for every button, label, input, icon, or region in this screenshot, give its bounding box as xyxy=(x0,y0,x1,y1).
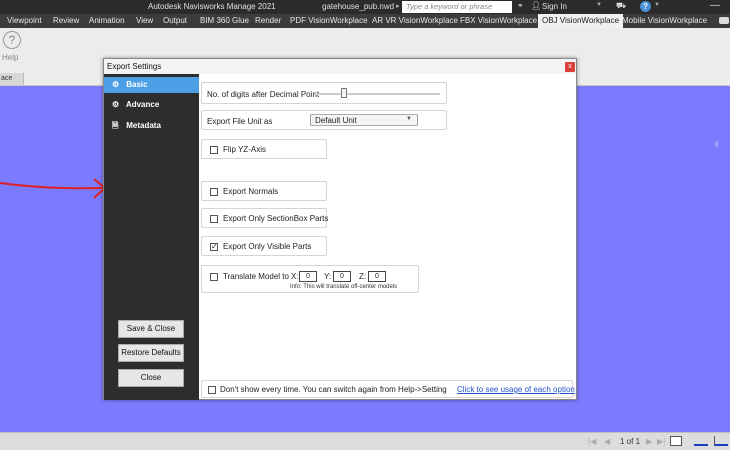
decimal-slider-track[interactable] xyxy=(314,93,440,95)
sign-in-button[interactable]: Sign In xyxy=(542,2,567,11)
unit-group: Export File Unit as Default Unit ▼ xyxy=(201,110,447,130)
dont-show-label[interactable]: Don't show every time. You can switch ag… xyxy=(220,385,447,394)
unit-select[interactable]: Default Unit ▼ xyxy=(310,114,418,126)
minimize-button[interactable]: — xyxy=(710,0,720,11)
z-label: Z: xyxy=(359,272,367,281)
restore-defaults-button[interactable]: Restore Defaults xyxy=(118,344,184,362)
tab-render[interactable]: Render xyxy=(255,16,281,25)
tab-bim-360-glue[interactable]: BIM 360 Glue xyxy=(200,16,249,25)
flip-yz-label[interactable]: Flip YZ-Axis xyxy=(223,145,266,154)
sidebar-item-metadata[interactable]: 🗎︎ Metadata xyxy=(104,117,199,133)
app-title: Autodesk Navisworks Manage 2021 xyxy=(148,2,276,11)
translate-label[interactable]: Translate Model to xyxy=(223,272,289,281)
user-icon: 👤︎ xyxy=(531,1,542,10)
ribbon-toggle-icon[interactable] xyxy=(719,17,729,24)
search-arrow-icon[interactable]: ▸ xyxy=(396,2,400,10)
sidebar-item-label: Metadata xyxy=(126,121,161,130)
help-icon[interactable]: ? xyxy=(640,1,651,12)
help-label[interactable]: Help xyxy=(2,53,18,62)
ribbon-panel-label: ace xyxy=(0,73,24,85)
sheet-browser-icon[interactable] xyxy=(670,436,682,446)
translate-info: Info: This will translate off-center mod… xyxy=(290,284,398,290)
decimal-point-group: No. of digits after Decimal Point xyxy=(201,82,447,104)
export-normals-checkbox[interactable] xyxy=(210,188,218,196)
unit-select-value: Default Unit xyxy=(315,116,357,125)
prev-page-icon[interactable]: ◀ xyxy=(604,437,610,446)
sidebar-item-advance[interactable]: ⚙ Advance xyxy=(104,97,199,113)
usage-link[interactable]: Click to see usage of each option xyxy=(457,385,575,394)
option-visible-parts: Export Only Visible Parts xyxy=(201,236,327,256)
red-arrow-annotation xyxy=(0,178,107,199)
tab-viewpoint[interactable]: Viewpoint xyxy=(7,16,42,25)
document-gear-icon: 🗎︎ xyxy=(112,121,119,130)
title-bar: Autodesk Navisworks Manage 2021 gatehous… xyxy=(0,0,730,14)
tab-view[interactable]: View xyxy=(136,16,153,25)
tab-animation[interactable]: Animation xyxy=(89,16,125,25)
sectionbox-label[interactable]: Export Only SectionBox Parts xyxy=(223,214,328,223)
tab-pdf-visionworkplace[interactable]: PDF VisionWorkplace xyxy=(290,16,368,25)
chevron-down-icon[interactable]: ▼ xyxy=(596,2,602,8)
chevron-down-icon: ▼ xyxy=(406,116,412,122)
translate-group: Translate Model to X: 0 Y: 0 Z: 0 Info: … xyxy=(201,265,419,293)
memory-icon[interactable] xyxy=(714,436,728,446)
export-settings-dialog: Export Settings x ⚙ Basic ⚙ Advance 🗎︎ M… xyxy=(103,58,577,400)
visible-parts-checkbox[interactable] xyxy=(210,242,218,251)
tab-review[interactable]: Review xyxy=(53,16,79,25)
settings-sidebar: ⚙ Basic ⚙ Advance 🗎︎ Metadata Save & Clo… xyxy=(104,74,199,400)
tab-ar-vr-visionworkplace[interactable]: AR VR VisionWorkplace xyxy=(372,16,458,25)
tab-fbx-visionworkplace[interactable]: FBX VisionWorkplace xyxy=(460,16,537,25)
dont-show-checkbox[interactable] xyxy=(208,386,216,394)
decimal-slider-thumb[interactable] xyxy=(341,88,347,98)
visible-parts-label[interactable]: Export Only Visible Parts xyxy=(223,242,311,251)
footer-group: Don't show every time. You can switch ag… xyxy=(201,380,575,398)
search-input[interactable]: Type a keyword or phrase xyxy=(402,1,512,13)
sidebar-item-label: Advance xyxy=(125,100,160,109)
status-bar: |◀ ◀ 1 of 1 ▶ ▶| xyxy=(0,432,730,450)
y-label: Y: xyxy=(324,272,332,281)
sidebar-item-label: Basic xyxy=(126,80,148,89)
cart-icon[interactable]: ⛟ xyxy=(616,1,626,11)
save-close-button[interactable]: Save & Close xyxy=(118,320,184,338)
translate-checkbox[interactable] xyxy=(210,273,218,281)
x-label: X: xyxy=(291,272,299,281)
decimal-point-label: No. of digits after Decimal Point xyxy=(207,90,320,99)
binoculars-icon[interactable]: ⚭ xyxy=(517,1,524,10)
ribbon-tab-bar: Viewpoint Review Animation View Output B… xyxy=(0,14,730,28)
x-input[interactable]: 0 xyxy=(299,271,317,282)
tab-output[interactable]: Output xyxy=(163,16,187,25)
y-input[interactable]: 0 xyxy=(333,271,351,282)
last-page-icon[interactable]: ▶| xyxy=(657,437,665,446)
gear-icon: ⚙ xyxy=(112,80,120,89)
file-title: gatehouse_pub.nwd xyxy=(322,2,395,11)
page-indicator: 1 of 1 xyxy=(620,437,641,446)
option-flip-yz: Flip YZ-Axis xyxy=(201,139,327,159)
tab-obj-visionworkplace[interactable]: OBJ VisionWorkplace xyxy=(538,14,624,28)
close-icon[interactable]: x xyxy=(565,62,575,72)
flip-yz-checkbox[interactable] xyxy=(210,146,218,154)
sectionbox-checkbox[interactable] xyxy=(210,215,218,223)
dialog-title: Export Settings xyxy=(104,59,576,74)
sidebar-item-basic[interactable]: ⚙ Basic xyxy=(104,77,199,93)
close-button[interactable]: Close xyxy=(118,369,184,387)
z-input[interactable]: 0 xyxy=(368,271,386,282)
tab-mobile-visionworkplace[interactable]: Mobile VisionWorkplace xyxy=(622,16,707,25)
measure-icon[interactable] xyxy=(694,436,708,446)
option-export-normals: Export Normals xyxy=(201,181,327,201)
export-normals-label[interactable]: Export Normals xyxy=(223,187,278,196)
navigation-wheel-icon[interactable]: ◐ xyxy=(714,135,722,151)
next-page-icon[interactable]: ▶ xyxy=(646,437,652,446)
settings-content: No. of digits after Decimal Point Export… xyxy=(199,74,577,400)
help-icon[interactable]: ? xyxy=(3,31,21,49)
chevron-down-icon[interactable]: ▼ xyxy=(654,2,660,8)
unit-label: Export File Unit as xyxy=(207,117,273,126)
first-page-icon[interactable]: |◀ xyxy=(588,437,596,446)
gears-icon: ⚙ xyxy=(112,100,120,109)
option-sectionbox: Export Only SectionBox Parts xyxy=(201,208,328,228)
